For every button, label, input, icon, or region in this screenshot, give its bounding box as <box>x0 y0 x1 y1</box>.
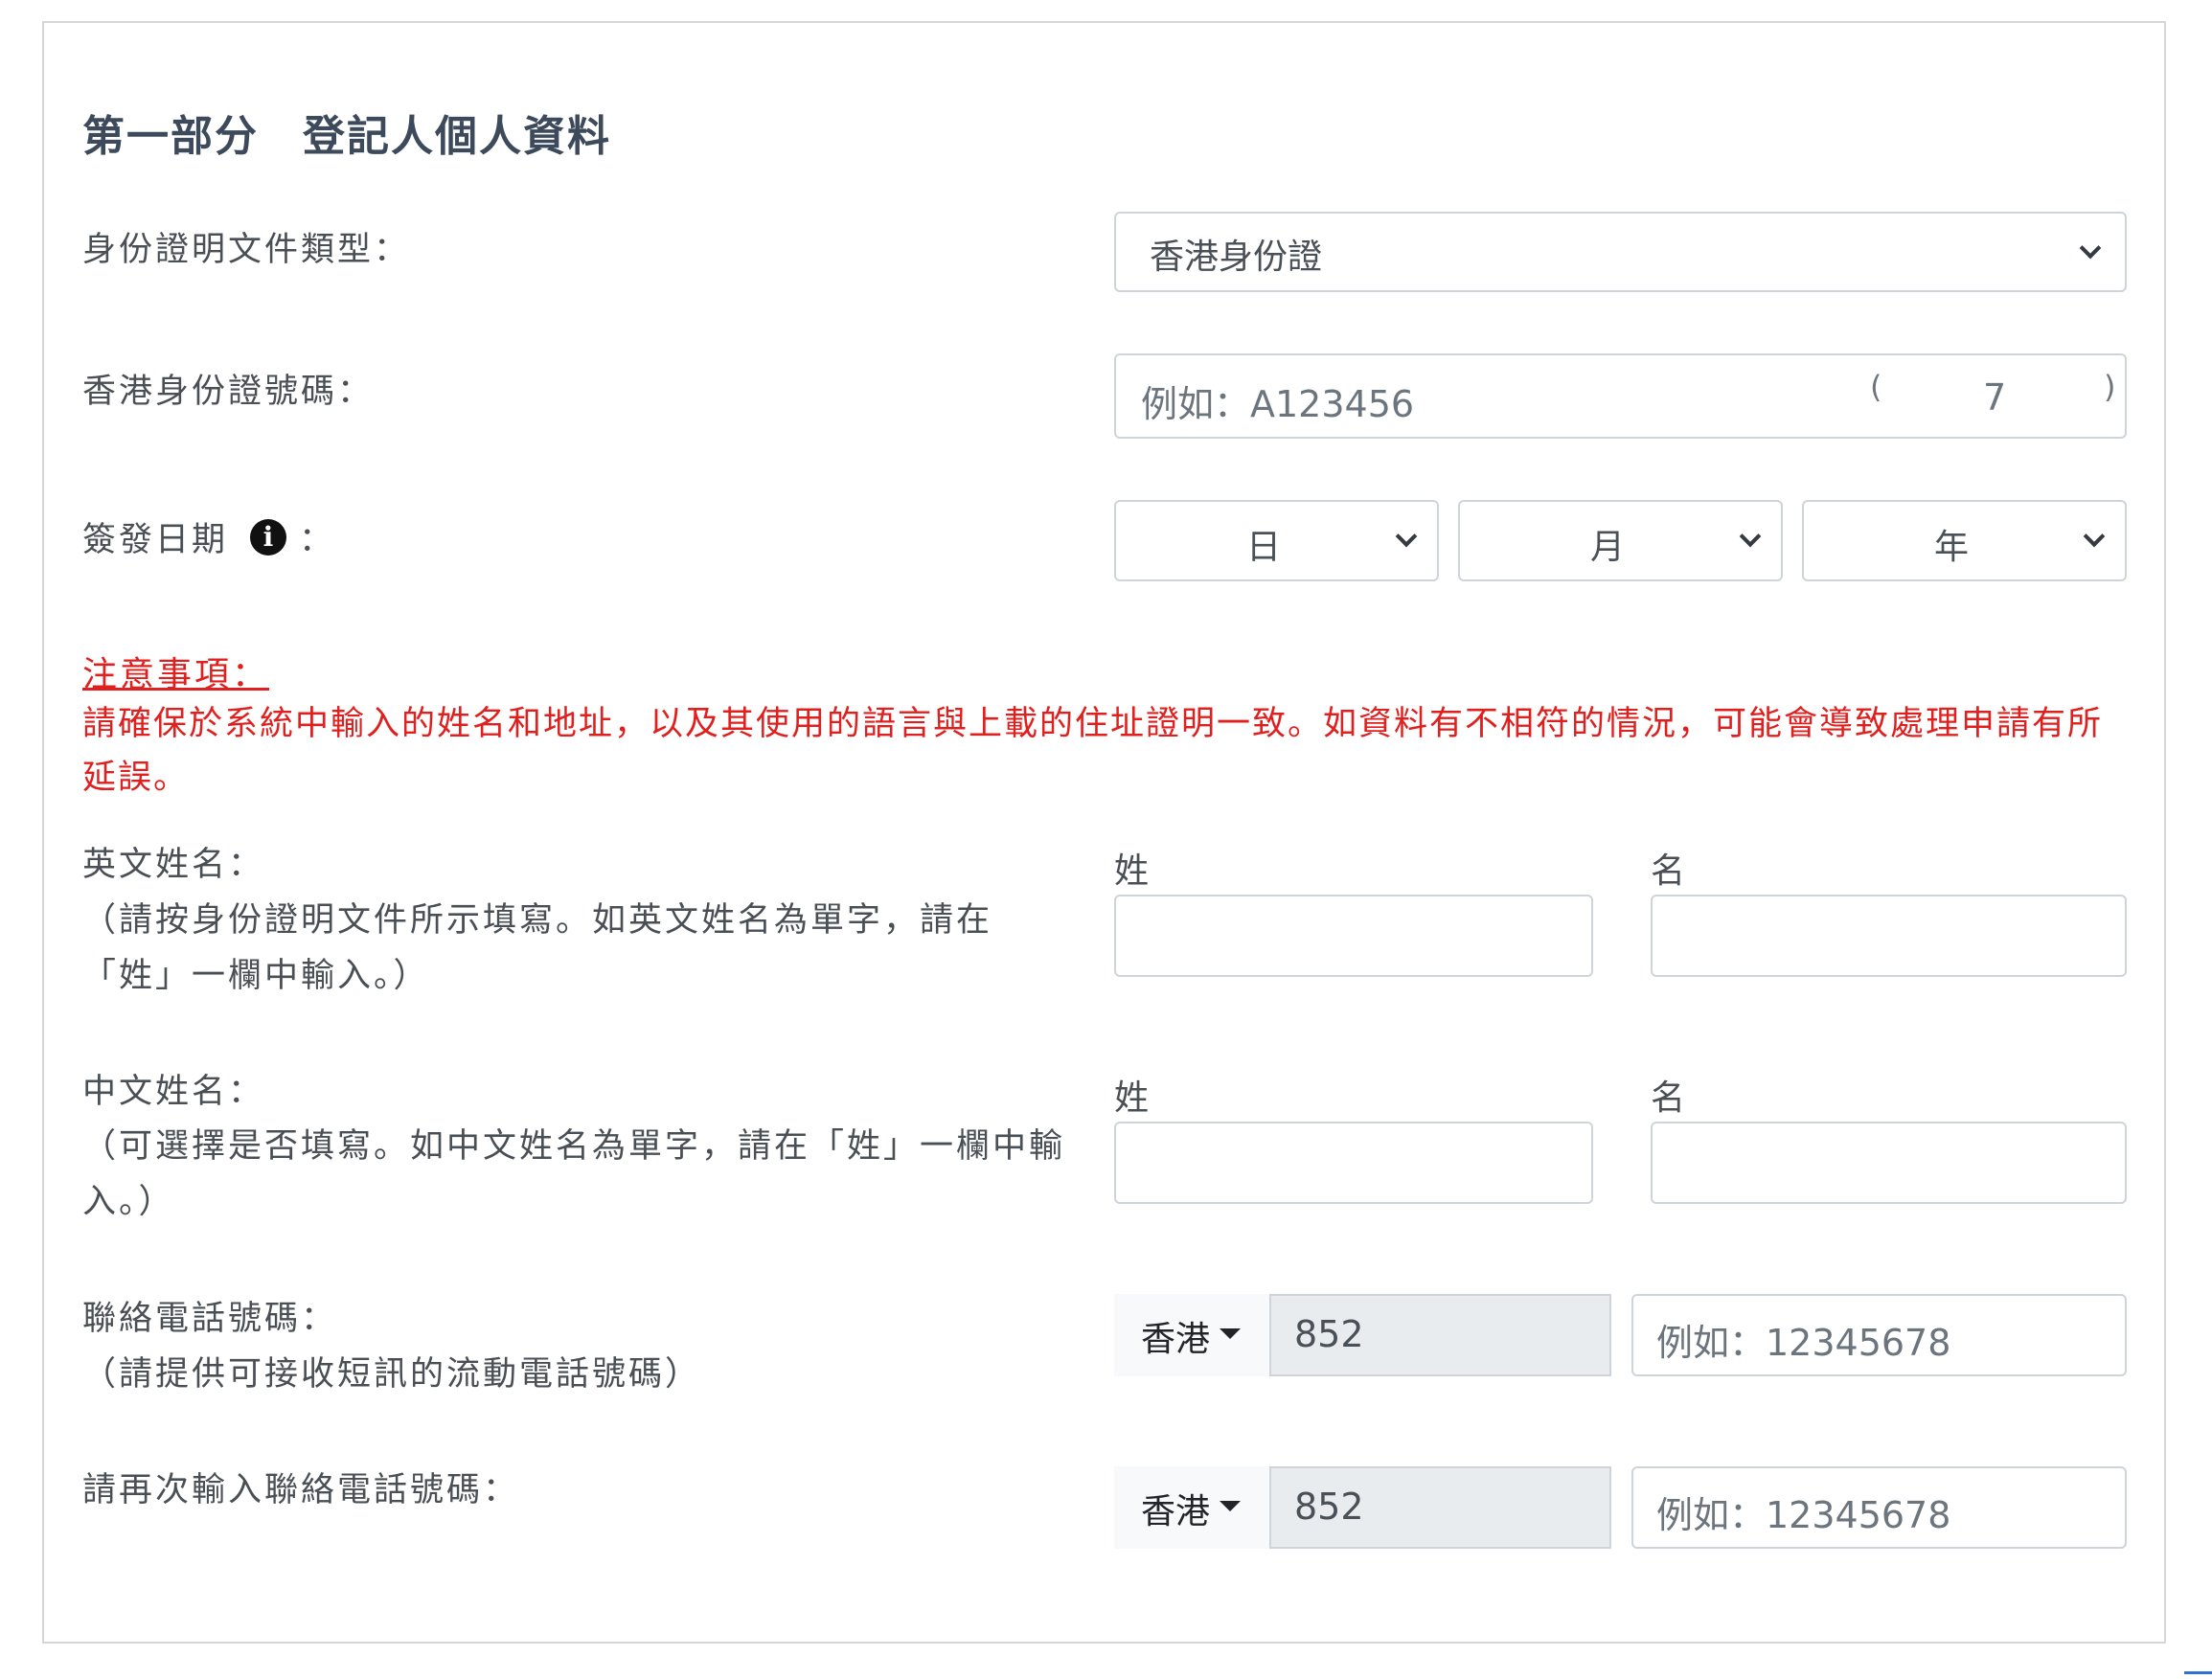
focus-outline-fragment <box>2184 1671 2212 1674</box>
english-name-label: 英文姓名： <box>82 846 265 884</box>
id-type-select[interactable]: 香港身份證 <box>1114 212 2127 292</box>
issue-date-colon: ： <box>299 521 336 559</box>
chevron-down-icon <box>1739 525 1762 548</box>
notice-body: 請確保於系統中輸入的姓名和地址，以及其使用的語言與上載的住址證明一致。如資料有不… <box>82 705 2104 797</box>
check-digit-input[interactable]: 7 <box>1983 376 2006 419</box>
issue-month-value: 月 <box>1590 528 1626 567</box>
phone-confirm-country-value: 香港 <box>1141 1492 1211 1532</box>
phone-confirm-input[interactable]: 例如：12345678 <box>1631 1466 2127 1549</box>
chinese-given-name-label: 名 <box>1651 1078 1686 1118</box>
phone-confirm-label: 請再次輸入聯絡電話號碼： <box>82 1471 520 1509</box>
issue-day-select[interactable]: 日 <box>1114 500 1439 581</box>
hkid-field: 例如：A123456 ( 7 ) <box>1114 353 2127 439</box>
section-title: 第一部分 登記人個人資料 <box>82 112 611 161</box>
english-given-name-input[interactable] <box>1651 895 2127 977</box>
caret-down-icon <box>1220 1501 1241 1511</box>
english-given-name-label: 名 <box>1651 851 1686 891</box>
phone-input[interactable]: 例如：12345678 <box>1631 1294 2127 1376</box>
chevron-down-icon <box>2083 525 2106 548</box>
phone-hint: （請提供可接收短訊的流動電話號碼） <box>82 1355 702 1394</box>
english-name-hint: （請按身份證明文件所示填寫。如英文姓名為單字，請在「姓」一欄中輸入。） <box>82 901 993 995</box>
chinese-given-name-input[interactable] <box>1651 1122 2127 1204</box>
chinese-surname-label: 姓 <box>1114 1078 1150 1118</box>
issue-date-label: 簽發日期 <box>82 521 229 559</box>
english-surname-input[interactable] <box>1114 895 1593 977</box>
notice-heading: 注意事項： <box>82 655 270 694</box>
caret-down-icon <box>1220 1328 1241 1339</box>
issue-month-select[interactable]: 月 <box>1458 500 1783 581</box>
phone-country-code: 852 <box>1269 1294 1611 1376</box>
phone-country-code-value: 852 <box>1294 1313 1364 1355</box>
hkid-input[interactable]: 例如：A123456 <box>1141 374 1414 427</box>
english-surname-label: 姓 <box>1114 851 1150 891</box>
issue-year-select[interactable]: 年 <box>1802 500 2127 581</box>
phone-confirm-placeholder: 例如：12345678 <box>1656 1494 1951 1536</box>
chinese-name-label: 中文姓名： <box>82 1073 265 1111</box>
id-type-label: 身份證明文件類型： <box>82 231 411 269</box>
check-digit-open-paren: ( <box>1870 369 1882 405</box>
info-icon[interactable]: i <box>250 519 286 556</box>
phone-placeholder: 例如：12345678 <box>1656 1322 1951 1364</box>
chinese-name-hint: （可選擇是否填寫。如中文姓名為單字，請在「姓」一欄中輸入。） <box>82 1127 1066 1221</box>
chinese-surname-input[interactable] <box>1114 1122 1593 1204</box>
id-type-selected-value: 香港身份證 <box>1150 238 1323 277</box>
phone-label: 聯絡電話號碼： <box>82 1300 338 1338</box>
chevron-down-icon <box>1395 525 1418 548</box>
chevron-down-icon <box>2079 237 2102 260</box>
phone-confirm-country-dropdown[interactable]: 香港 <box>1114 1466 1270 1549</box>
check-digit-close-paren: ) <box>2104 369 2116 405</box>
issue-year-value: 年 <box>1934 528 1970 567</box>
phone-country-value: 香港 <box>1141 1320 1211 1359</box>
phone-country-dropdown[interactable]: 香港 <box>1114 1294 1270 1376</box>
issue-day-value: 日 <box>1246 528 1282 567</box>
phone-confirm-country-code-value: 852 <box>1294 1486 1364 1528</box>
hkid-label: 香港身份證號碼： <box>82 373 375 411</box>
phone-confirm-country-code: 852 <box>1269 1466 1611 1549</box>
